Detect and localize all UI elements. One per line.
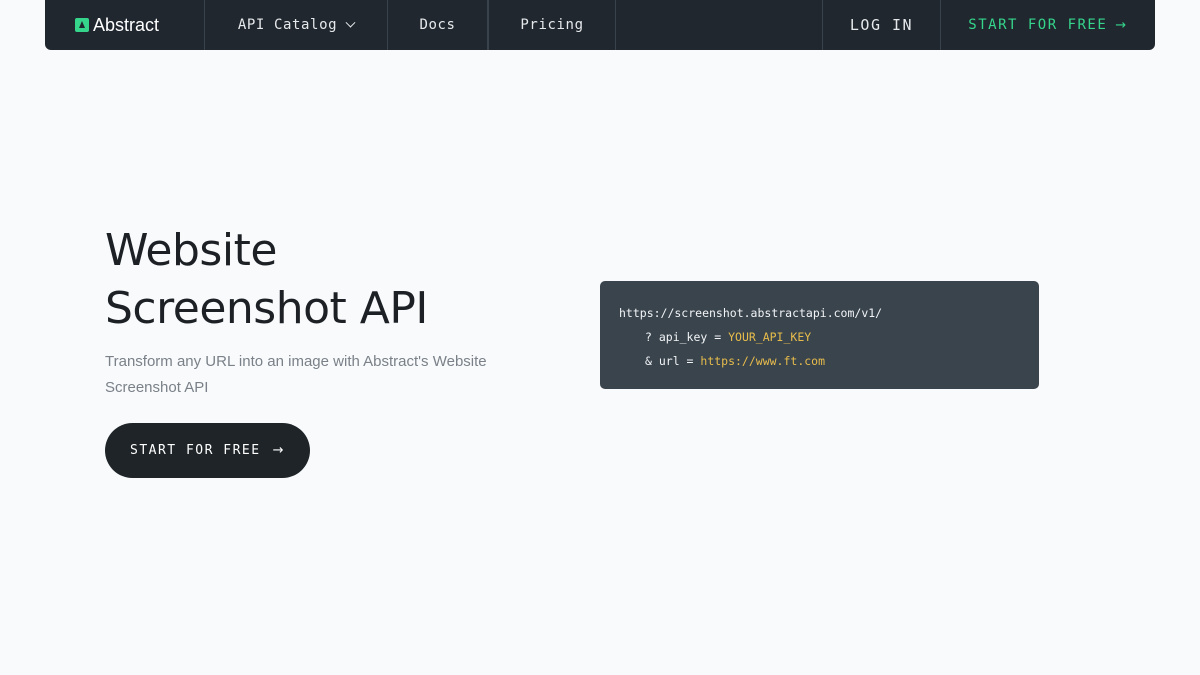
login-button[interactable]: LOG IN: [823, 0, 941, 50]
arrow-right-icon: →: [272, 443, 285, 458]
nav-api-catalog-label: API Catalog: [237, 17, 338, 33]
arrow-right-icon: →: [1115, 17, 1128, 33]
nav-pricing-label: Pricing: [520, 17, 584, 33]
page-title-line2: Screenshot API: [105, 283, 428, 334]
code-param-prefix: ? api_key =: [645, 330, 729, 344]
start-free-button[interactable]: START FOR FREE →: [105, 423, 310, 478]
nav-start-free-label: START FOR FREE: [968, 17, 1108, 33]
code-param-api-key: ? api_key = YOUR_API_KEY: [619, 325, 1020, 349]
start-free-label: START FOR FREE: [130, 443, 261, 458]
nav-docs[interactable]: Docs: [388, 0, 488, 50]
nav-pricing[interactable]: Pricing: [488, 0, 616, 50]
nav-start-free-button[interactable]: START FOR FREE →: [941, 0, 1155, 50]
top-navbar: Abstract API Catalog Docs Pricing LOG IN…: [45, 0, 1155, 50]
page-title-line1: Website: [105, 225, 277, 276]
logo: Abstract: [75, 15, 159, 36]
code-param-url: & url = https://www.ft.com: [619, 349, 1020, 373]
nav-docs-label: Docs: [419, 17, 456, 33]
code-endpoint: https://screenshot.abstractapi.com/v1/: [619, 306, 883, 320]
login-label: LOG IN: [849, 16, 914, 34]
page-title: Website Screenshot API: [105, 222, 525, 338]
code-param-value: YOUR_API_KEY: [728, 330, 812, 344]
logo-text: Abstract: [93, 14, 160, 35]
nav-spacer: [616, 0, 823, 50]
hero-subtitle: Transform any URL into an image with Abs…: [105, 353, 487, 396]
abstract-logo-icon: [75, 18, 89, 32]
nav-api-catalog[interactable]: API Catalog: [205, 0, 388, 50]
code-param-value: https://www.ft.com: [700, 354, 826, 368]
chevron-down-icon: [345, 17, 356, 28]
code-param-prefix: & url =: [645, 354, 701, 368]
code-example: https://screenshot.abstractapi.com/v1/ ?…: [600, 281, 1039, 389]
logo-link[interactable]: Abstract: [45, 0, 205, 50]
